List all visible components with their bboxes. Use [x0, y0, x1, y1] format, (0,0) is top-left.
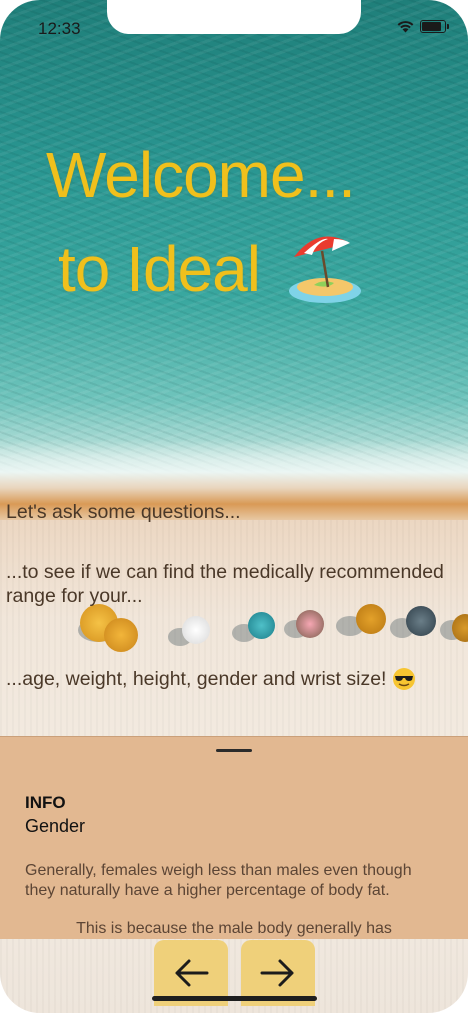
sheet-grabber-handle[interactable] — [216, 749, 252, 752]
info-body-text: Generally, females weigh less than males… — [25, 862, 412, 899]
intro-line-2: ...to see if we can find the medically r… — [6, 561, 444, 607]
beach-umbrella-island-icon — [288, 236, 361, 303]
status-icons — [397, 20, 449, 33]
battery-icon — [420, 20, 449, 33]
info-title: INFO — [25, 793, 66, 812]
intro-line-1: Let's ask some questions... — [6, 501, 241, 523]
status-time: 12:33 — [38, 19, 81, 38]
sunglasses-emoji-icon — [393, 668, 416, 690]
intro-line-3-row: ...age, weight, height, gender and wrist… — [6, 667, 466, 691]
home-indicator[interactable] — [152, 996, 317, 1001]
app-screen: 12:33 Welcome... to Ideal Let's ask some… — [0, 0, 468, 1013]
welcome-line-1: Welcome... — [46, 139, 356, 211]
info-subtitle: Gender — [25, 816, 86, 836]
device-notch — [107, 0, 361, 34]
intro-line-3: ...age, weight, height, gender and wrist… — [6, 668, 387, 690]
arrow-right-icon — [260, 959, 294, 987]
welcome-title: Welcome... to Ideal — [46, 128, 446, 316]
info-bottom-sheet[interactable]: INFO Gender Generally, females weigh les… — [0, 736, 468, 939]
info-body-text-continued: This is because the male body generally … — [76, 920, 392, 937]
arrow-left-icon — [175, 959, 209, 987]
welcome-line-2: to Ideal — [46, 222, 446, 316]
welcome-line-2-text: to Ideal — [58, 233, 261, 305]
wifi-icon — [397, 20, 414, 32]
